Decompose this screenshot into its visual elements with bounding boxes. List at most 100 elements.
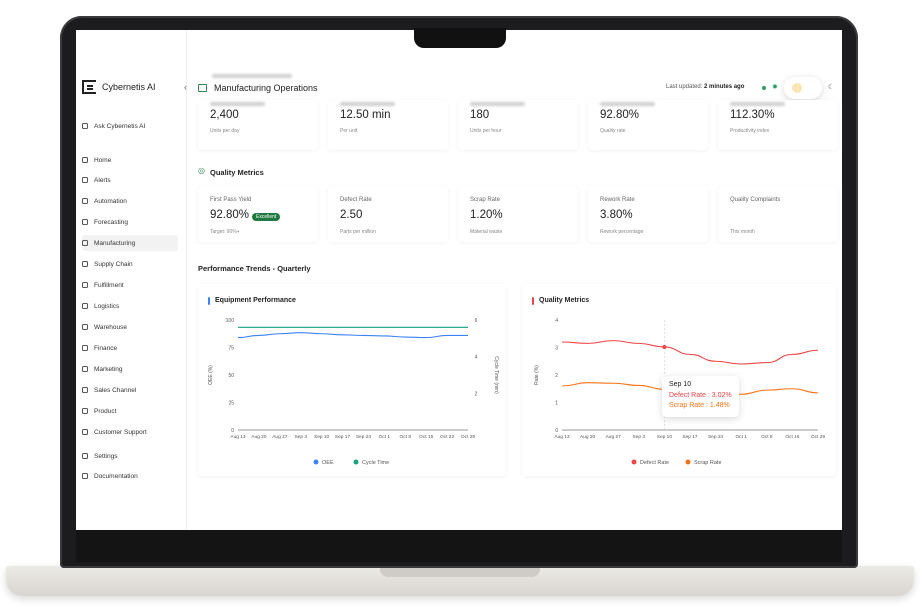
quality-card-value: 92.80% xyxy=(210,209,250,221)
x-tick-label: Oct 15 xyxy=(785,434,799,440)
quality-card: Quality Complaints This month xyxy=(718,186,838,242)
sidebar-item-home[interactable]: Home xyxy=(82,152,178,168)
legend-marker xyxy=(313,459,319,465)
y2-tick-label: 4 xyxy=(475,355,478,361)
y-tick-label: 50 xyxy=(228,373,234,379)
kpi-value: 112.30% xyxy=(730,109,775,121)
quality-metrics-card: Quality Metrics 0 1 2 3 4 Aug 13 Aug 20 Aug 27 S… xyxy=(522,284,836,476)
quality-card-label: First Pass Yield xyxy=(210,197,252,203)
x-tick-label: Aug 20 xyxy=(580,434,596,440)
sidebar-item-label: Home xyxy=(94,156,112,164)
legend-marker xyxy=(631,459,637,465)
sidebar-item-supply-chain[interactable]: Supply Chain xyxy=(82,256,178,272)
series-line-oee xyxy=(237,332,468,339)
cart-icon xyxy=(82,387,88,393)
sidebar-item-label: Documentation xyxy=(94,472,138,480)
blurred-breadcrumb xyxy=(212,74,292,78)
kpi-value: 180 xyxy=(470,109,490,121)
kpi-sub: Units per hour xyxy=(470,128,502,134)
x-tick-label: Oct 8 xyxy=(400,434,412,440)
sidebar-item-label: Customer Support xyxy=(94,428,147,436)
check-circle-icon: ◎ xyxy=(198,166,205,175)
x-tick-label: Oct 22 xyxy=(440,434,454,440)
sidebar-item-settings[interactable]: Settings xyxy=(82,448,178,464)
sidebar-item-automation[interactable]: Automation xyxy=(82,193,178,209)
chevron-left-icon[interactable]: ‹ xyxy=(184,82,187,92)
megaphone-icon xyxy=(82,366,88,372)
y-tick-label: 1 xyxy=(555,401,558,407)
x-tick-label: Oct 8 xyxy=(761,434,773,440)
trends-title: Performance Trends - Quarterly xyxy=(198,264,311,273)
sidebar-item-label: Ask Cybernetis AI xyxy=(94,122,146,130)
sidebar-item-logistics[interactable]: Logistics xyxy=(82,298,178,314)
y-tick-label: 2 xyxy=(555,373,558,379)
kpi-sub: Per unit xyxy=(340,128,358,134)
sidebar-item-documentation[interactable]: Documentation xyxy=(82,468,178,484)
quality-card-label: Scrap Rate xyxy=(470,197,501,203)
blurred-label xyxy=(470,102,525,106)
quality-card: Scrap Rate 1.20% Material waste xyxy=(458,186,578,242)
sidebar-item-product[interactable]: Product xyxy=(82,403,178,419)
quality-card-sub: Material waste xyxy=(470,229,503,235)
quality-card-label: Defect Rate xyxy=(340,197,372,203)
kpi-sub: Units per day xyxy=(210,128,240,134)
kpi-sub: Quality rate xyxy=(600,128,626,134)
kpi-value: 2,400 xyxy=(210,109,239,121)
sidebar-item-finance[interactable]: Finance xyxy=(82,340,178,356)
trend-icon xyxy=(82,219,88,225)
blurred-label xyxy=(210,102,265,106)
dollar-icon xyxy=(82,345,88,351)
chart-tooltip: Sep 10 Defect Rate : 3.02% Scrap Rate : … xyxy=(662,376,739,417)
sidebar-item-alerts[interactable]: Alerts xyxy=(82,172,178,188)
sidebar-item-label: Warehouse xyxy=(94,323,127,331)
book-icon xyxy=(82,473,88,479)
y-tick-label: 4 xyxy=(555,318,558,324)
quality-card-label: Rework Rate xyxy=(600,197,635,203)
sidebar-item-marketing[interactable]: Marketing xyxy=(82,361,178,377)
y-axis-label: Rate (%) xyxy=(534,365,540,385)
x-tick-label: Sep 3 xyxy=(294,434,307,440)
y-tick-label: 3 xyxy=(555,346,558,352)
sidebar-item-fulfillment[interactable]: Fulfillment xyxy=(82,277,178,293)
y-tick-label: 0 xyxy=(555,428,558,434)
y-axis-label: OEE (%) xyxy=(208,365,214,385)
legend-label: OEE xyxy=(322,460,334,466)
kpi-sub: Productivity index xyxy=(730,128,770,134)
kpi-value: 92.80% xyxy=(600,109,640,121)
sidebar-item-label: Forecasting xyxy=(94,218,128,226)
equipment-performance-chart: 0 25 50 75 100 2 4 6 Aug 13 Aug 20 Aug 27 Sep 3 Sep … xyxy=(208,318,499,466)
sidebar-item-ask-cybernetis-ai[interactable]: Ask Cybernetis AI xyxy=(82,118,178,134)
sidebar-item-forecasting[interactable]: Forecasting xyxy=(82,214,178,230)
y2-axis-label: Cycle Time (min) xyxy=(493,356,499,394)
quality-card-value: 2.50 xyxy=(340,209,363,221)
brand-name: Cybernetis AI xyxy=(102,82,156,92)
sidebar-item-label: Automation xyxy=(94,197,127,205)
toggle-knob xyxy=(792,83,802,93)
theme-toggle[interactable] xyxy=(784,77,822,99)
factory-icon xyxy=(198,84,207,92)
gear-icon xyxy=(82,453,88,459)
screen: Cybernetis AI Ask Cybernetis AI Home Alert… xyxy=(76,30,842,530)
sidebar-item-sales-channel[interactable]: Sales Channel xyxy=(82,382,178,398)
kpi-card: 180 Units per hour xyxy=(458,100,578,150)
sidebar-item-warehouse[interactable]: Warehouse xyxy=(82,319,178,335)
box-icon xyxy=(82,282,88,288)
sidebar-item-manufacturing[interactable]: Manufacturing xyxy=(82,235,178,251)
y-tick-label: 25 xyxy=(228,401,234,407)
quality-card-sub: This month xyxy=(730,229,755,235)
quality-card: Rework Rate 3.80% Rework percentage xyxy=(588,186,708,242)
x-tick-label: Aug 13 xyxy=(554,434,570,440)
laptop-chin xyxy=(76,530,842,562)
sidebar-item-label: Settings xyxy=(94,452,118,460)
brand[interactable]: Cybernetis AI xyxy=(82,80,156,94)
moon-icon[interactable]: ☾ xyxy=(828,83,834,91)
x-tick-label: Aug 27 xyxy=(606,434,622,440)
sun-icon[interactable]: ✹ xyxy=(772,83,778,91)
x-tick-label: Sep 10 xyxy=(657,434,673,440)
quality-card-value: 1.20% xyxy=(470,209,503,221)
x-tick-label: Sep 24 xyxy=(708,434,724,440)
y-tick-label: 100 xyxy=(226,318,235,324)
tooltip-defect: Defect Rate : 3.02% xyxy=(669,392,732,399)
legend-marker xyxy=(685,459,691,465)
sidebar-item-customer-support[interactable]: Customer Support xyxy=(82,424,178,440)
